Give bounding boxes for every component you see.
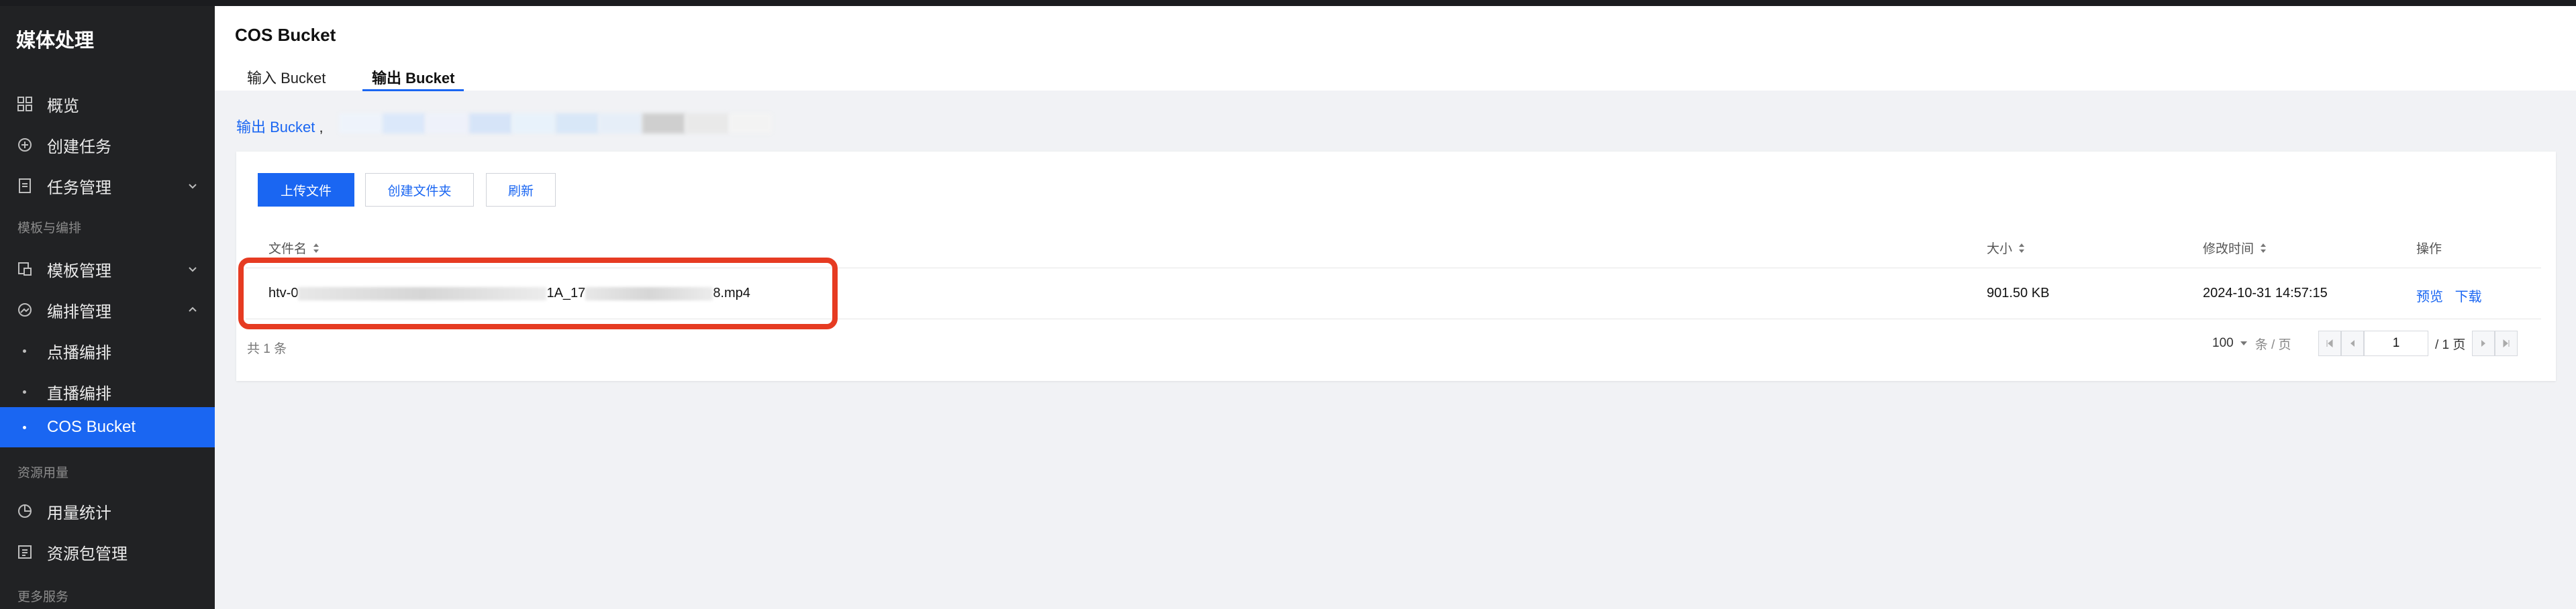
sort-icon [2261,243,2267,253]
per-page-unit: 条 / 页 [2255,337,2291,352]
bucket-name-link[interactable]: 输出 Bucket [236,119,315,135]
next-page-button[interactable] [2472,331,2495,356]
bucket-separator: , [319,119,324,135]
sort-icon [313,243,319,253]
page-total: / 1 页 [2435,337,2466,352]
upload-file-button[interactable]: 上传文件 [258,173,354,207]
sidebar-item-cos-bucket[interactable]: COS Bucket [0,407,215,447]
table-row-actions: 预览 下载 [2416,286,2482,305]
column-header-label: 文件名 [268,242,307,256]
preview-link[interactable]: 预览 [2416,290,2443,304]
pagination: 1 / 1 页 [2318,330,2518,357]
sidebar-item-label: 创建任务 [47,137,111,156]
table-row-size: 901.50 KB [1987,286,2050,300]
column-header-label: 大小 [1987,242,2013,256]
sidebar-item-resource-packages[interactable]: 资源包管理 [0,532,215,572]
sidebar: 媒体处理 概览 创建任务 任务管理 模板与编排 模板管理 编排管理 点播编排 直… [0,6,215,609]
sidebar-item-live-orchestration[interactable]: 直播编排 [0,372,215,412]
column-header-modified[interactable]: 修改时间 [2203,239,2267,257]
sidebar-item-label: 直播编排 [47,384,111,403]
bullet-icon [23,349,26,353]
prev-page-button[interactable] [2341,331,2364,356]
chevron-down-icon [188,264,197,274]
top-bar [0,0,2576,6]
package-icon [16,543,34,561]
download-link[interactable]: 下载 [2455,290,2482,304]
sidebar-item-label: 资源包管理 [47,545,128,563]
page-title: COS Bucket [235,25,336,45]
sidebar-item-label: 点播编排 [47,343,111,362]
page-size-select[interactable]: 100 条 / 页 [2212,330,2291,357]
document-icon [16,177,34,195]
chevron-right-icon [2481,340,2486,347]
sidebar-item-usage-stats[interactable]: 用量统计 [0,491,215,531]
page-size-value: 100 [2212,336,2234,350]
column-header-size[interactable]: 大小 [1987,239,2026,257]
sidebar-item-label: COS Bucket [47,418,136,436]
column-header-label: 修改时间 [2203,242,2255,256]
sidebar-item-label: 编排管理 [47,302,111,321]
first-page-icon [2326,339,2333,347]
column-header-filename[interactable]: 文件名 [268,239,320,257]
last-page-icon [2503,339,2510,347]
page-number-input[interactable]: 1 [2364,331,2428,356]
last-page-button[interactable] [2495,331,2518,356]
redacted-bucket-path [339,113,772,133]
table-row-modified: 2024-10-31 14:57:15 [2203,286,2328,300]
total-count: 共 1 条 [247,342,287,356]
pie-chart-icon [16,502,34,520]
chevron-down-icon [188,181,197,190]
tab-input-bucket[interactable]: 输入 Bucket [247,66,326,89]
sort-icon [2019,243,2025,253]
sidebar-item-task-management[interactable]: 任务管理 [0,166,215,206]
caret-down-icon [2240,341,2247,345]
page-header: COS Bucket 输入 Bucket 输出 Bucket [215,6,2576,91]
group-label-usage: 资源用量 [17,466,69,480]
bullet-icon [23,390,26,394]
bullet-icon [23,425,26,429]
sidebar-item-create-task[interactable]: 创建任务 [0,125,215,165]
sidebar-item-label: 用量统计 [47,504,111,522]
app-brand: 媒体处理 [16,30,95,52]
grid-icon [16,95,34,113]
first-page-button[interactable] [2318,331,2341,356]
create-folder-button[interactable]: 创建文件夹 [365,173,474,207]
group-label-templates: 模板与编排 [17,221,82,235]
chevron-up-icon [188,305,197,315]
bucket-info: 输出 Bucket , [236,115,324,137]
plus-circle-icon [16,136,34,154]
tab-output-bucket[interactable]: 输出 Bucket [362,66,464,91]
orchestration-icon [16,301,34,319]
chevron-left-icon [2350,340,2355,347]
sidebar-item-label: 概览 [47,97,79,115]
sidebar-item-label: 模板管理 [47,262,111,280]
column-header-actions: 操作 [2416,242,2442,256]
sidebar-item-overview[interactable]: 概览 [0,84,215,124]
sidebar-item-label: 任务管理 [47,178,111,197]
group-label-more-services: 更多服务 [17,590,69,604]
sidebar-item-orchestration[interactable]: 编排管理 [0,290,215,330]
refresh-button[interactable]: 刷新 [486,173,556,207]
sidebar-item-template-management[interactable]: 模板管理 [0,249,215,289]
sidebar-item-vod-orchestration[interactable]: 点播编排 [0,331,215,371]
template-icon [16,260,34,278]
highlight-annotation [238,258,838,329]
